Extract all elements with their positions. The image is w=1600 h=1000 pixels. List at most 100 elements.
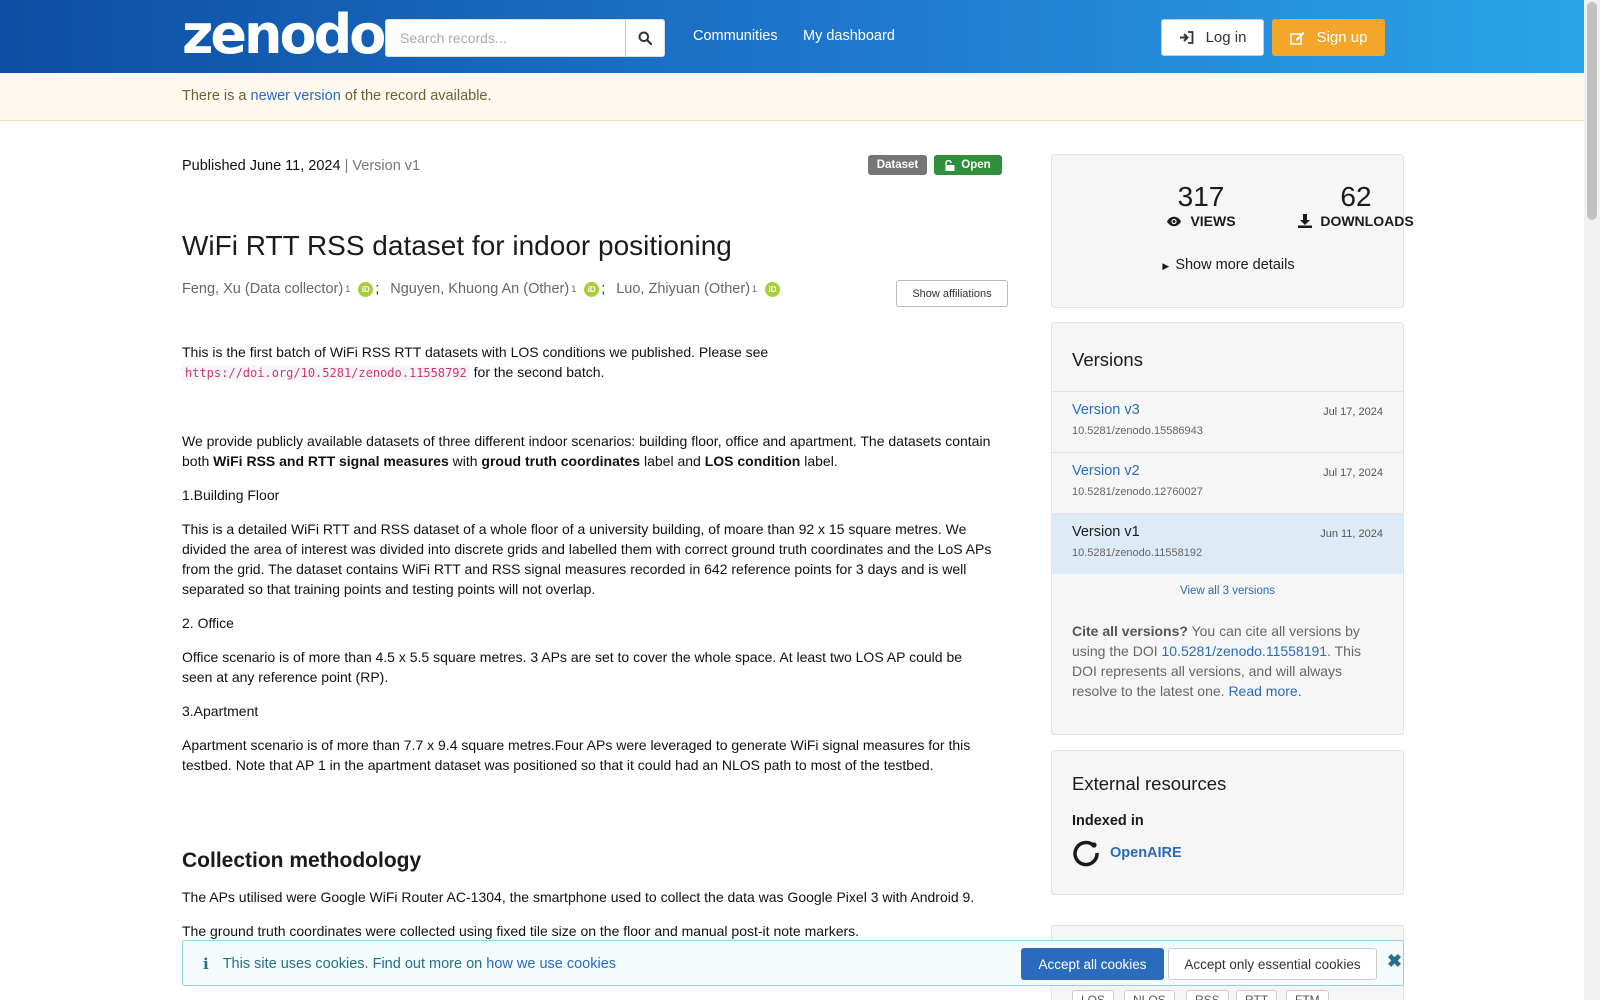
version-date: Jul 17, 2024 [1323, 467, 1383, 479]
record-description: This is the first batch of WiFi RSS RTT … [182, 342, 992, 955]
keyword-tag[interactable]: RSS [1186, 990, 1229, 1000]
close-icon[interactable]: ✖ [1387, 951, 1402, 972]
indexed-in-label: Indexed in [1072, 813, 1144, 829]
downloads-stat: 62 DOWNLOADS [1281, 181, 1431, 229]
doi-code: https://doi.org/10.5281/zenodo.11558792 [182, 365, 470, 381]
cookie-policy-link[interactable]: how we use cookies [486, 956, 616, 972]
concept-doi-link[interactable]: 10.5281/zenodo.11558191 [1162, 643, 1328, 659]
description-paragraph: We provide publicly available datasets o… [182, 431, 992, 471]
version-item[interactable]: Version v3 Jul 17, 2024 10.5281/zenodo.1… [1052, 391, 1403, 452]
creators-list: Feng, Xu (Data collector) 1 iD; Nguyen, K… [182, 281, 782, 297]
download-icon [1298, 214, 1313, 228]
newer-version-banner: There is a newer version of the record a… [0, 73, 1584, 121]
section-label: 2. Office [182, 615, 234, 631]
views-stat: 317 VIEWS [1126, 181, 1276, 229]
keyword-tag[interactable]: FTM [1286, 990, 1329, 1000]
signup-label: Sign up [1316, 29, 1368, 46]
views-label: VIEWS [1190, 213, 1236, 229]
record-title: WiFi RTT RSS dataset for indoor position… [182, 230, 732, 261]
search-icon [638, 31, 652, 45]
description-paragraph: This is a detailed WiFi RTT and RSS data… [182, 521, 992, 597]
description-text: with [452, 453, 478, 469]
keyword-tag[interactable]: LOS [1072, 990, 1115, 1000]
version-item[interactable]: Version v2 Jul 17, 2024 10.5281/zenodo.1… [1052, 452, 1403, 513]
openaire-link[interactable]: OpenAIRE [1072, 839, 1182, 867]
caret-right-icon: ▶ [1162, 261, 1170, 271]
cite-heading: Cite all versions? [1072, 623, 1188, 639]
creator-name[interactable]: Feng, Xu (Data collector) [182, 281, 343, 297]
search-input[interactable] [385, 19, 625, 57]
version-doi: 10.5281/zenodo.15586943 [1072, 425, 1203, 437]
edit-icon [1289, 31, 1305, 45]
description-text: This is the first batch of WiFi RSS RTT … [182, 344, 769, 360]
top-navbar: zenodo Communities My dashboard Log in S… [0, 0, 1584, 73]
view-all-versions-link[interactable]: View all 3 versions [1052, 585, 1403, 597]
cookie-message: i This site uses cookies. Find out more … [203, 955, 616, 973]
bold-text: groud truth coordinates [481, 453, 641, 469]
creator-name[interactable]: Luo, Zhiyuan (Other) [616, 281, 750, 297]
search-bar [385, 19, 665, 57]
section-label: 1.Building Floor [182, 487, 280, 503]
more-details-label: Show more details [1175, 257, 1295, 273]
show-more-details-toggle[interactable]: ▶ Show more details [1052, 257, 1405, 273]
read-more-link[interactable]: Read more. [1228, 683, 1301, 699]
version-doi: 10.5281/zenodo.12760027 [1072, 486, 1203, 498]
accept-essential-cookies-button[interactable]: Accept only essential cookies [1168, 948, 1377, 980]
page-scrollbar[interactable] [1584, 0, 1600, 1000]
banner-prefix: There is a [182, 88, 247, 104]
section-label: 3.Apartment [182, 703, 259, 719]
views-count: 317 [1177, 181, 1225, 212]
version-doi: 10.5281/zenodo.11558192 [1072, 547, 1203, 559]
version-date: Jun 11, 2024 [1320, 528, 1383, 540]
affiliation-marker: 1 [345, 284, 351, 294]
orcid-icon[interactable]: iD [584, 281, 600, 297]
zenodo-logo[interactable]: zenodo [182, 8, 386, 62]
keyword-tag[interactable]: NLOS [1124, 990, 1175, 1000]
orcid-icon[interactable]: iD [765, 281, 781, 297]
info-icon: i [203, 955, 209, 973]
description-text: for the second batch. [473, 364, 605, 380]
description-text: label. [804, 453, 838, 469]
search-button[interactable] [625, 19, 665, 57]
versions-card: Versions Version v3 Jul 17, 2024 10.5281… [1051, 322, 1404, 735]
keyword-tag[interactable]: RTT [1236, 990, 1278, 1000]
unlock-icon [945, 159, 955, 171]
login-button[interactable]: Log in [1161, 19, 1264, 56]
scrollbar-thumb[interactable] [1587, 2, 1597, 220]
version-item-current[interactable]: Version v1 Jun 11, 2024 10.5281/zenodo.1… [1052, 513, 1403, 574]
methodology-heading: Collection methodology [182, 849, 422, 872]
downloads-count: 62 [1340, 181, 1372, 212]
creator-separator: ; [375, 281, 380, 297]
description-text: label and [643, 453, 701, 469]
views-label-row: VIEWS [1126, 213, 1276, 229]
downloads-label-row: DOWNLOADS [1281, 213, 1431, 229]
newer-version-link[interactable]: newer version [251, 88, 341, 104]
orcid-icon[interactable]: iD [358, 281, 374, 297]
stats-card: 317 VIEWS 62 DOWNLOADS ▶ Show more detail… [1051, 154, 1414, 308]
external-resources-title: External resources [1072, 773, 1227, 794]
access-label: Open [961, 159, 991, 171]
methodology-paragraph: The ground truth coordinates were collec… [182, 923, 860, 939]
cookie-banner: i This site uses cookies. Find out more … [182, 940, 1404, 986]
description-paragraph: This is the first batch of WiFi RSS RTT … [182, 342, 992, 383]
creator-name[interactable]: Nguyen, Khuong An (Other) [390, 281, 569, 297]
affiliation-marker: 1 [752, 284, 758, 294]
version-label: | Version v1 [344, 158, 421, 174]
login-label: Log in [1205, 29, 1247, 46]
nav-my-dashboard[interactable]: My dashboard [803, 28, 895, 44]
bold-text: WiFi RSS and RTT signal measures [213, 453, 449, 469]
nav-communities[interactable]: Communities [693, 28, 778, 44]
show-affiliations-button[interactable]: Show affiliations [896, 280, 1008, 307]
versions-title: Versions [1072, 349, 1143, 370]
banner-suffix: of the record available. [344, 88, 492, 104]
description-paragraph: Office scenario is of more than 4.5 x 5.… [182, 649, 963, 685]
publication-info: Published June 11, 2024 | Version v1 [182, 158, 420, 174]
signup-button[interactable]: Sign up [1272, 19, 1385, 56]
openaire-icon [1073, 840, 1099, 867]
description-paragraph: Apartment scenario is of more than 7.7 x… [182, 737, 971, 773]
cookie-text: This site uses cookies. Find out more on [222, 956, 483, 972]
sign-in-icon [1179, 31, 1193, 44]
accept-all-cookies-button[interactable]: Accept all cookies [1021, 948, 1164, 980]
methodology-paragraph: The APs utilised were Google WiFi Router… [182, 889, 975, 905]
version-date: Jul 17, 2024 [1323, 406, 1383, 418]
